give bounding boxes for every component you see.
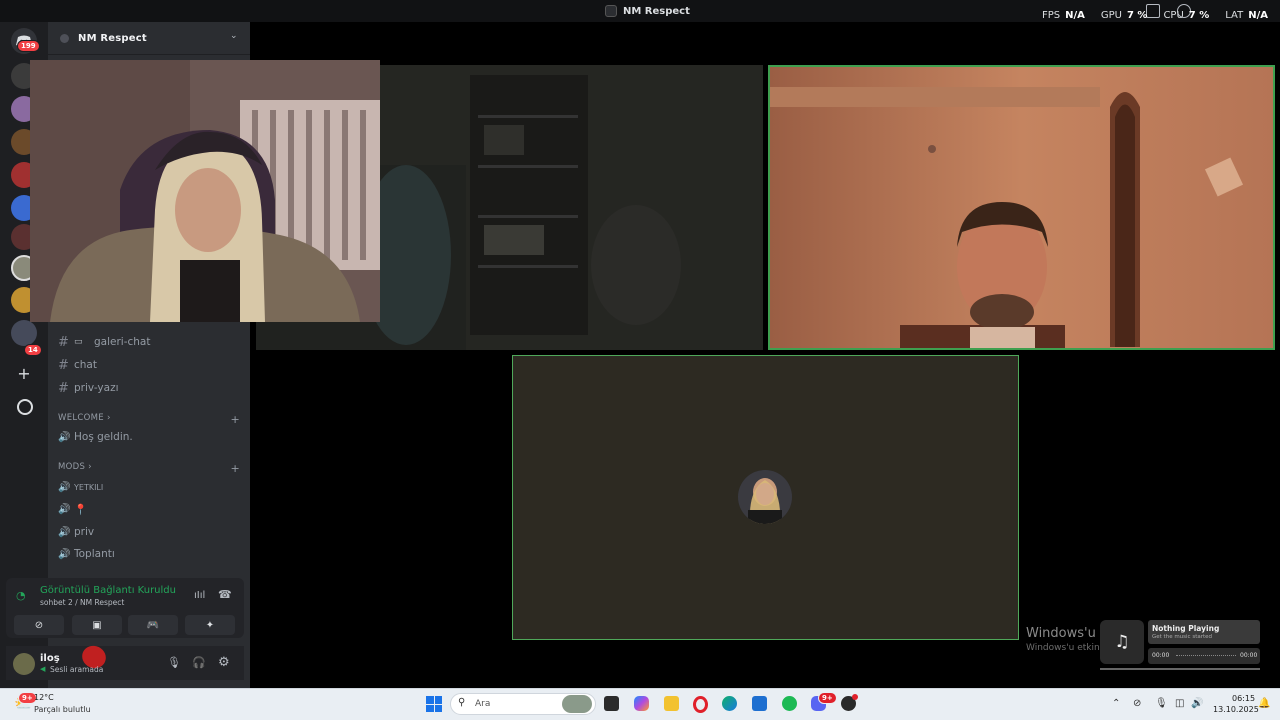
tray-network-off-icon[interactable]: ⊘ [1133,698,1141,709]
server-boost-icon [60,34,69,43]
channel-priv-yazi[interactable]: # priv-yazı [58,379,243,397]
explore-icon[interactable] [17,399,33,415]
locked-speaker-icon: 🔊 [58,503,71,515]
chevron-down-icon: ⌄ [230,31,238,41]
gallery-icon: ▭ [74,337,83,347]
clock-date[interactable]: 13.10.2025 [1213,705,1259,714]
performance-stats: FPS N/A GPU 7 % CPU 7 % LAT N/A [1042,10,1268,21]
tray-wifi-icon[interactable]: ◫ [1175,698,1184,709]
windows-start-icon[interactable] [426,696,442,712]
locked-speaker-icon: 🔊 [58,548,71,560]
speaker-icon: 🔊 [58,431,71,443]
activity-button[interactable]: 🎮 [128,615,178,635]
channel-galeri-chat[interactable]: # ▭ galeri-chat [58,333,243,351]
home-badge: 199 [17,40,40,52]
voice-channel-toplanti[interactable]: 🔊 Toplantı [58,545,243,563]
search-placeholder: Ara [475,699,491,709]
tray-volume-icon[interactable]: 🔊 [1191,698,1203,709]
file-explorer-icon[interactable] [664,696,679,711]
stat-lat: LAT N/A [1225,10,1268,21]
tray-microphone-icon[interactable]: 🎙 [1155,698,1168,709]
voice-channel-hos-geldin[interactable]: 🔊 Hoş geldin. [58,428,243,446]
stat-gpu: GPU 7 % [1100,10,1148,21]
music-progress-track[interactable] [1176,655,1236,658]
add-channel-icon[interactable]: + [230,413,240,426]
opera-icon[interactable] [693,696,708,713]
hash-icon: # [58,357,69,373]
signal-icon[interactable]: ◔ [16,589,26,602]
server-badge: 14 [24,344,42,356]
category-mods[interactable]: MODS › + [58,462,240,475]
user-name: iloş [40,653,60,664]
notification-dot [852,694,858,700]
weather-description: Parçalı bulutlu [34,705,91,714]
window-title-group: NM Respect [605,3,690,19]
music-title: Nothing Playing [1152,624,1220,633]
store-icon[interactable] [752,696,767,711]
weather-temperature: 12°C [34,693,54,702]
category-welcome[interactable]: WELCOME › + [58,413,240,426]
video-tile-avatar-only[interactable] [512,355,1019,640]
voice-channel-pin[interactable]: 🔊 📍 [58,500,243,518]
disconnect-icon[interactable]: ☎ [218,588,232,601]
discord-badge: 9+ [818,692,837,704]
server-header[interactable]: NM Respect ⌄ [48,22,250,55]
locked-speaker-icon: 🔊 [58,481,71,493]
copilot-icon[interactable] [634,696,649,711]
search-highlight-image [562,695,592,713]
add-server-icon[interactable]: + [16,366,32,382]
voice-channel-yetkili[interactable]: 🔊 YETKILI [58,478,243,496]
settings-gear-icon[interactable]: ⚙ [218,655,230,670]
stat-cpu: CPU 7 % [1163,10,1210,21]
avatar[interactable] [13,653,35,675]
activation-watermark-text: Windows'u etkin [1026,643,1100,653]
tray-overflow-icon[interactable]: ⌃ [1112,698,1120,709]
noise-suppression-icon[interactable]: ıIıl [194,590,205,601]
voice-channel-path[interactable]: sohbet 2 / NM Respect [40,598,124,607]
soundboard-icon: ✦ [205,619,215,631]
stat-fps: FPS N/A [1041,10,1085,21]
activation-watermark-title: Windows'u E [1026,626,1109,641]
camera-off-icon: ⊘ [34,619,44,631]
speaker-status-icon: ◀ [40,665,46,673]
user-status: Sesli aramada [50,665,104,674]
music-volume-bar[interactable] [1100,668,1260,670]
music-note-icon[interactable]: ♫ [1100,620,1144,664]
hash-icon: # [58,334,69,350]
window-title: NM Respect [623,5,690,17]
self-camera-preview[interactable] [30,60,380,322]
microphone-icon[interactable]: 🎙 [167,656,181,669]
search-icon: ⚲ [458,697,466,708]
soundboard-button[interactable]: ✦ [185,615,235,635]
participant-avatar [738,470,792,524]
spotify-icon[interactable] [782,696,797,711]
screen-share-button[interactable]: ▣ [72,615,122,635]
locked-speaker-icon: 🔊 [58,526,71,538]
notification-bell-icon[interactable]: 🔔 [1258,698,1270,709]
video-tile-participant[interactable] [768,65,1275,350]
task-view-icon[interactable] [604,696,619,711]
voice-channel-priv[interactable]: 🔊 priv [58,523,243,541]
voice-status: Görüntülü Bağlantı Kuruldu [40,585,176,596]
music-time-start: 00:00 [1152,652,1170,659]
clock-time[interactable]: 06:15 [1232,694,1255,703]
hash-icon: # [58,380,69,396]
screen-share-icon: ▣ [92,619,102,631]
server-icon-9[interactable] [11,320,37,346]
camera-off-button[interactable]: ⊘ [14,615,64,635]
headphones-icon[interactable]: 🎧 [192,656,206,669]
edge-icon[interactable] [722,696,737,711]
music-time-end: 00:00 [1240,652,1258,659]
server-name: NM Respect [78,32,147,44]
music-subtitle: Get the music started [1152,634,1213,640]
channel-chat[interactable]: # chat [58,356,243,374]
server-small-icon [605,5,617,17]
gamepad-icon: 🎮 [146,619,160,631]
add-channel-icon[interactable]: + [230,462,240,475]
